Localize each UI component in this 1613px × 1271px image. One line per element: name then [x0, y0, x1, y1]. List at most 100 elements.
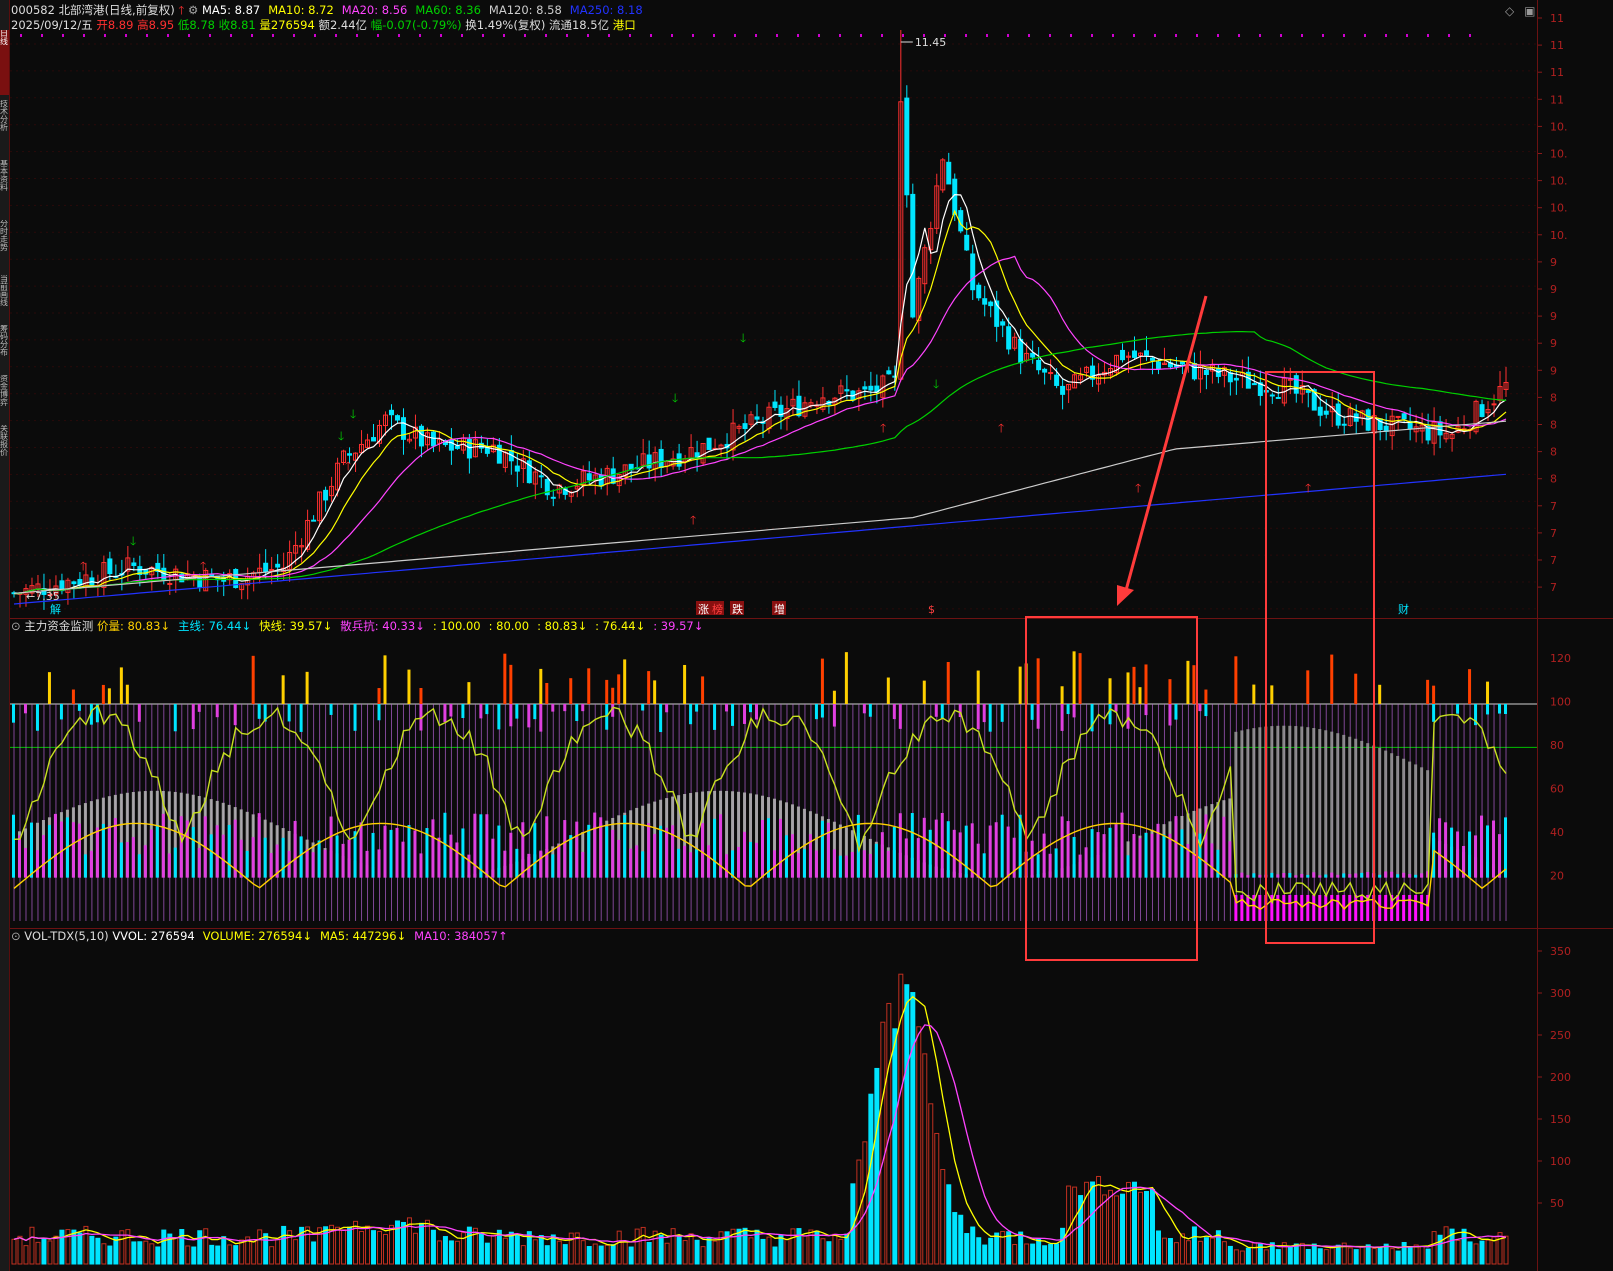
axis-label: 11: [1550, 12, 1564, 25]
window-icon[interactable]: ▣: [1524, 4, 1535, 18]
indicator-color-bar: [1282, 873, 1286, 878]
indicator-color-bar: [569, 835, 573, 878]
volume-bar: [682, 1240, 688, 1265]
right-axis-border: [1537, 0, 1538, 1271]
candle-body: [1317, 406, 1323, 416]
candle-body: [1479, 404, 1485, 417]
volume-bar: [1251, 1242, 1257, 1265]
indicator-dip: [892, 704, 896, 720]
marker-dot: [1322, 34, 1324, 37]
sidebar-item-drawing[interactable]: 当前画线: [0, 275, 9, 320]
indicator-name[interactable]: 主力资金监测: [24, 619, 93, 633]
indicator-color-bar: [623, 815, 627, 878]
volume-bar: [1311, 1243, 1317, 1265]
indicator-dip: [539, 704, 543, 732]
candle-body: [1401, 413, 1407, 420]
indicator-color-bar: [659, 825, 663, 878]
vol-ma5-line: [13, 995, 1507, 1249]
axis-label: 9: [1550, 337, 1557, 350]
indicator-spike: [946, 662, 950, 704]
indicator-color-bar: [1300, 873, 1304, 878]
indicator-color-bar: [1036, 854, 1040, 878]
event-label: 财: [1398, 602, 1409, 616]
sidebar-item-related[interactable]: 关联报价: [0, 425, 9, 470]
indicator-color-bar: [1018, 814, 1022, 878]
candle-body: [586, 473, 592, 481]
indicator-color-bar: [766, 818, 770, 878]
marker-dot: [1196, 34, 1198, 37]
volume-bar: [305, 1226, 311, 1265]
collapse-icon[interactable]: ⊙: [11, 619, 21, 633]
volume-bar: [1503, 1235, 1509, 1265]
sidebar-item-chips[interactable]: 筹码分布: [0, 325, 9, 370]
indicator-dip: [755, 704, 759, 720]
volume-bar: [982, 1244, 988, 1265]
volume-bar: [910, 992, 916, 1265]
sidebar-item-funds[interactable]: 资金博弈: [0, 375, 9, 420]
indicator-gray-bar: [1264, 726, 1268, 878]
indicator-color-bar: [329, 816, 333, 878]
indicator-color-bar: [359, 822, 363, 878]
sidebar-item-technical[interactable]: 技术分析: [0, 100, 9, 155]
volume-bar: [95, 1237, 101, 1265]
volume-bar: [1132, 1181, 1138, 1265]
indicator-color-bar: [1318, 875, 1322, 878]
marker-dot: [1364, 34, 1366, 37]
settings-icon[interactable]: ⚙: [188, 3, 198, 17]
collapse-icon[interactable]: ⊙: [11, 929, 21, 943]
indicator-color-bar: [1030, 840, 1034, 878]
candle-body: [1293, 375, 1299, 394]
volume-bar: [293, 1239, 299, 1265]
indicator-dip: [641, 704, 645, 711]
indicator-spike: [832, 690, 836, 704]
volume-chart[interactable]: [10, 944, 1538, 1271]
candle-body: [1263, 390, 1269, 393]
indicator-bottom-bar: [1396, 894, 1400, 921]
volume-bar: [221, 1236, 227, 1265]
indicator-spike: [1186, 660, 1190, 704]
indicator-color-bar: [143, 845, 147, 878]
indicator-spike: [1330, 654, 1334, 704]
marker-dot: [335, 34, 337, 37]
candle-body: [1323, 410, 1329, 415]
marker-dot: [860, 34, 862, 37]
marker-dot: [230, 34, 232, 37]
volume-bar: [191, 1246, 197, 1265]
volume-bar: [1365, 1244, 1371, 1265]
period-label[interactable]: (日线,前复权): [105, 3, 175, 17]
volume-bar: [502, 1237, 508, 1265]
indicator-dip: [1432, 704, 1436, 722]
indicator-spike: [467, 682, 471, 704]
diamond-icon[interactable]: ◇: [1505, 4, 1514, 18]
indicator-color-bar: [832, 849, 836, 878]
volume-bar: [514, 1234, 520, 1265]
indicator-spike: [1354, 673, 1358, 704]
indicator-color-bar: [1306, 874, 1310, 878]
indicator-chart[interactable]: [10, 634, 1538, 928]
volume-legend-item-3: MA10: 384057↑: [414, 929, 508, 943]
volume-bar: [928, 1103, 934, 1265]
indicator-color-bar: [719, 814, 723, 878]
price-chart[interactable]: 11.45 ←7.35解 涨榜跌 增 $ 财 🡑 🡑 🡑 🡑 🡑 🡑 🡑 🡑 🡓 🡓 🡓 🡓 🡓 🡓: [10, 30, 1538, 618]
indicator-legend-item-6: : 80.83↓: [537, 619, 588, 633]
indicator-color-bar: [1138, 838, 1142, 878]
marker-dot: [818, 34, 820, 37]
sidebar-item-intraday[interactable]: 分时走势: [0, 220, 9, 270]
volume-bar: [1221, 1241, 1227, 1265]
sidebar-item-daily[interactable]: 日线: [0, 30, 9, 95]
indicator-spike: [1024, 663, 1028, 704]
volume-bar: [946, 1184, 952, 1265]
marker-dot: [692, 34, 694, 37]
volume-bar: [1143, 1190, 1149, 1265]
volume-bar: [275, 1239, 281, 1265]
stock-name[interactable]: 北部湾港: [59, 3, 105, 17]
indicator-dip: [563, 704, 567, 712]
indicator-color-bar: [137, 854, 141, 878]
indicator-bottom-bar: [1360, 894, 1364, 921]
volume-indicator-name[interactable]: VOL-TDX(5,10): [24, 929, 108, 943]
candle-body: [263, 562, 269, 573]
volume-bar: [281, 1225, 287, 1265]
indicator-color-bar: [53, 813, 57, 878]
sidebar-item-basic-info[interactable]: 基本资料: [0, 160, 9, 215]
indicator-color-bar: [1270, 872, 1274, 878]
